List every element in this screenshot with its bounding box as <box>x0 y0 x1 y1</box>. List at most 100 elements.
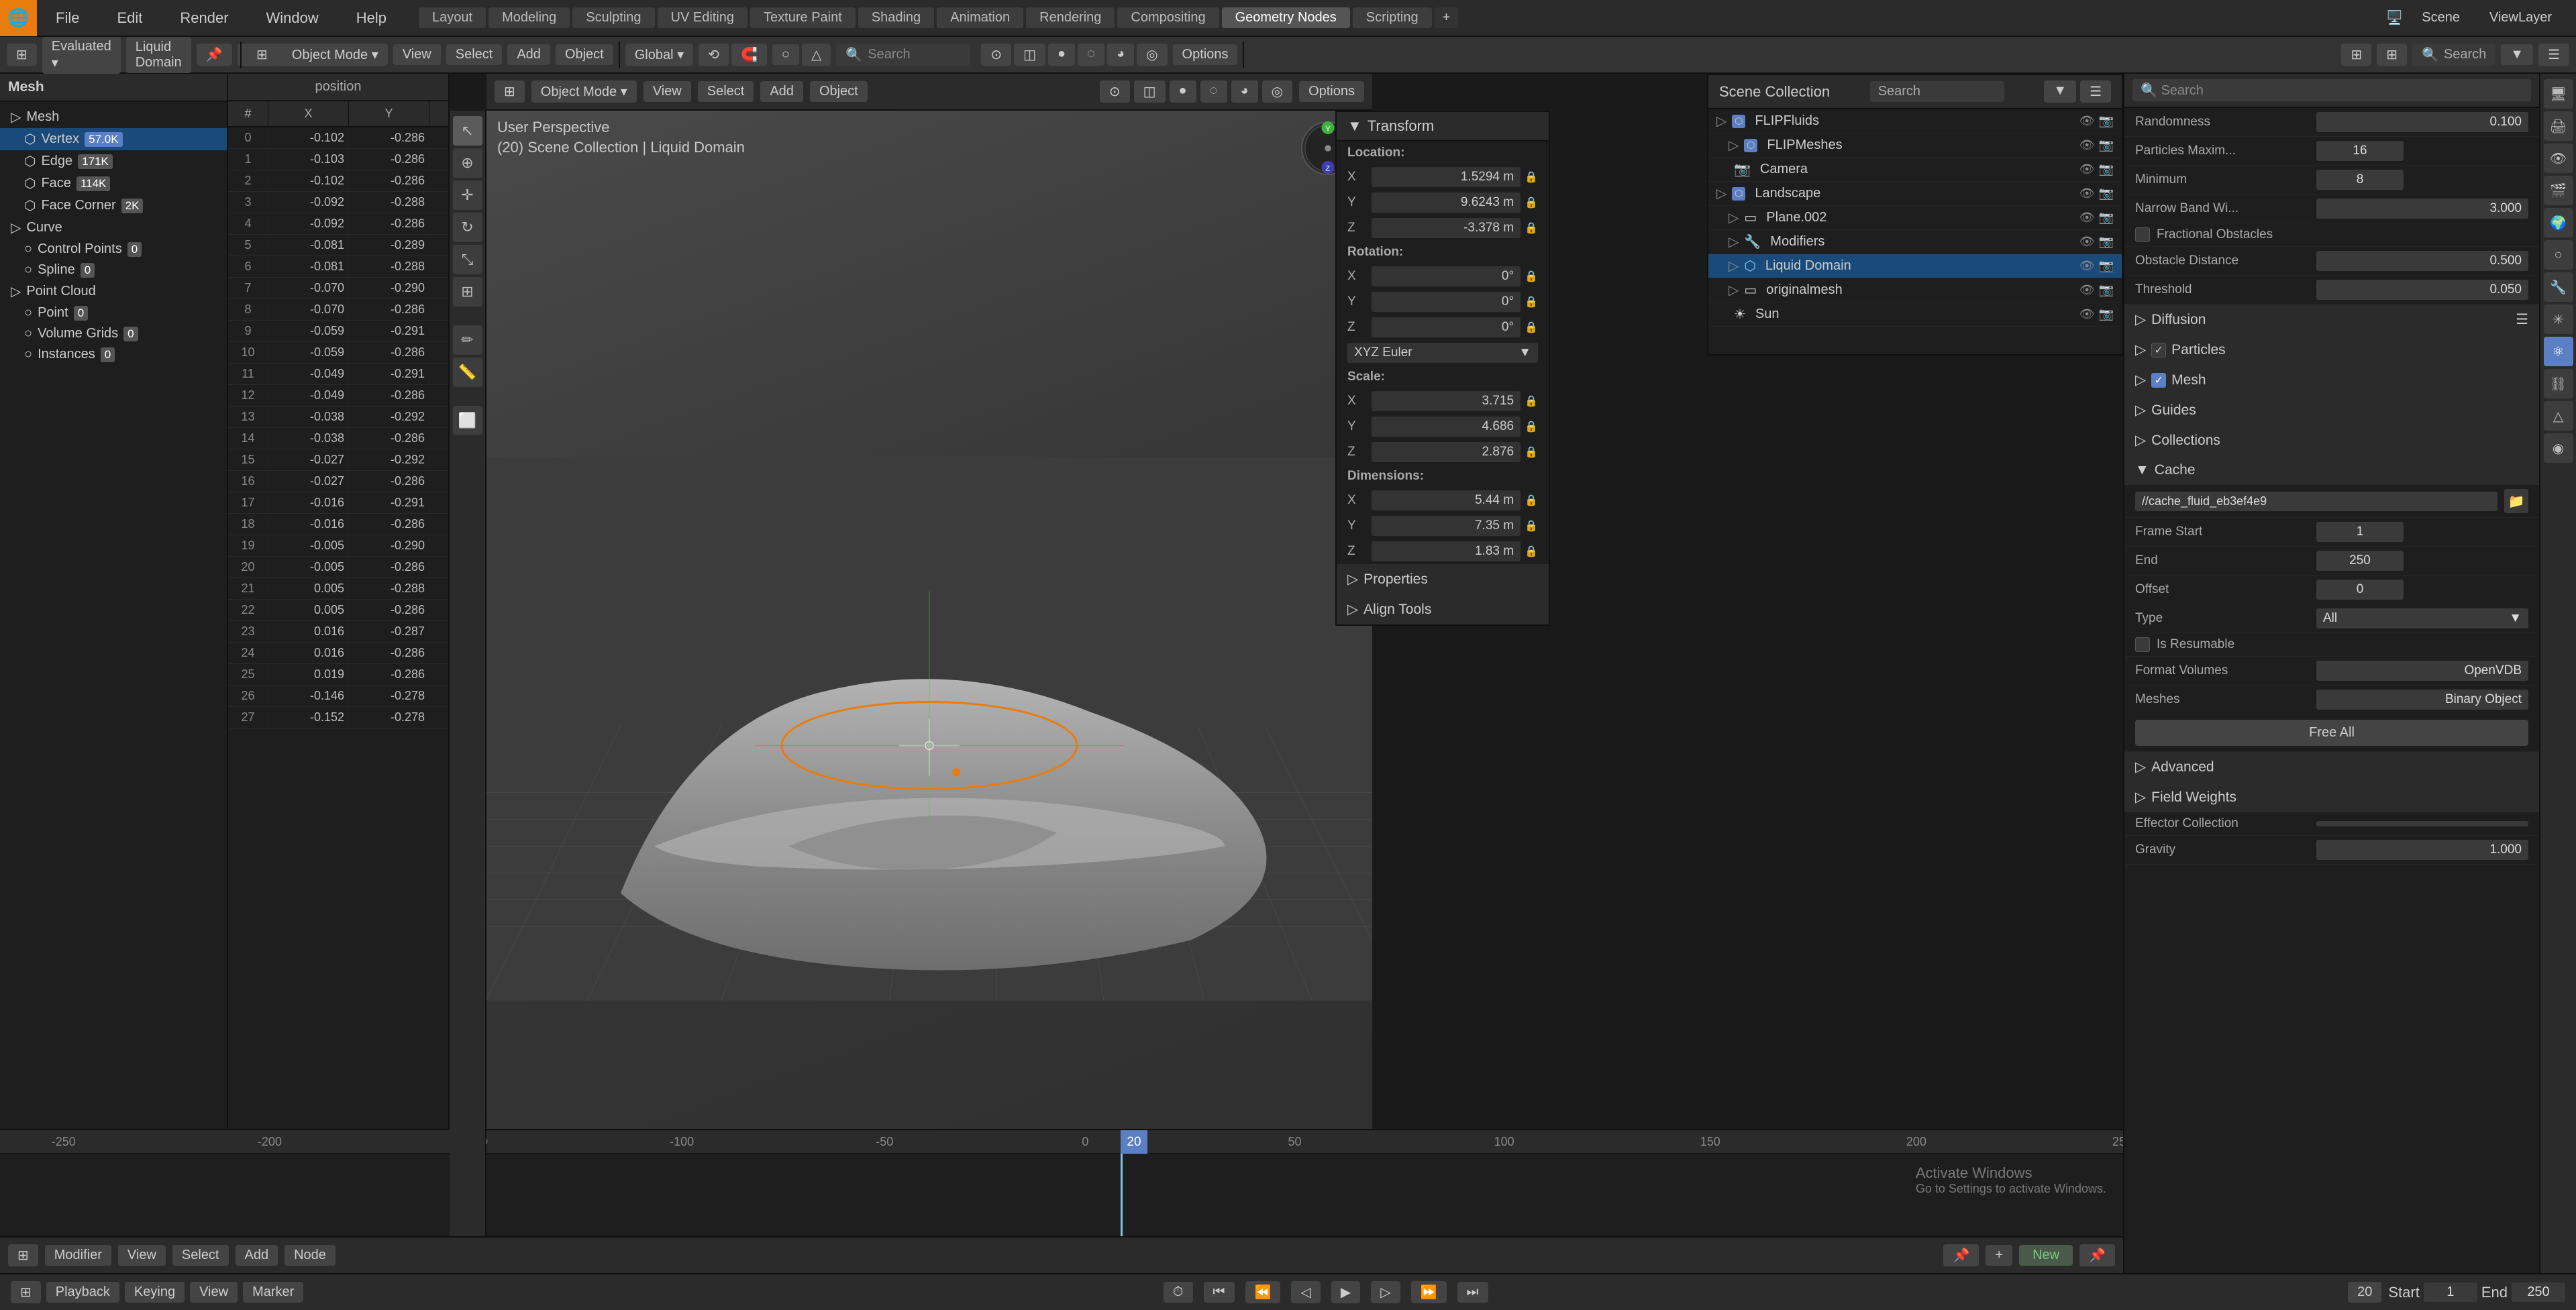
rotation-z-value[interactable]: 0° <box>1372 317 1521 337</box>
props-render-icon[interactable]: 🖥 <box>2544 79 2573 109</box>
render-icon-7[interactable]: 📷 <box>2099 259 2114 273</box>
threshold-value[interactable]: 0.050 <box>2316 280 2528 300</box>
location-z-value[interactable]: -3.378 m <box>1372 218 1521 238</box>
advanced-section[interactable]: ▷ Advanced <box>2124 752 2539 782</box>
scale-tool-btn[interactable]: ⤡ <box>453 245 482 274</box>
dim-y-value[interactable]: 7.35 m <box>1372 516 1521 536</box>
render-icon-5[interactable]: 📷 <box>2099 211 2114 225</box>
tree-item-control-points[interactable]: ○ Control Points 0 <box>0 239 227 260</box>
move-tool-btn[interactable]: ✛ <box>453 180 482 210</box>
go-to-start-btn[interactable]: ⏮ <box>1204 1282 1235 1303</box>
tree-item-spline[interactable]: ○ Spline 0 <box>0 260 227 280</box>
table-row[interactable]: 15 -0.027 -0.292 0.049 <box>228 449 448 471</box>
table-row[interactable]: 22 0.005 -0.286 0.049 <box>228 600 448 621</box>
table-row[interactable]: 8 -0.070 -0.286 0.048 <box>228 299 448 321</box>
rot-lock-y-icon[interactable]: 🔒 <box>1525 295 1538 309</box>
col-z[interactable]: Z <box>429 101 450 126</box>
tree-item-mesh[interactable]: ▷ Mesh <box>0 106 227 128</box>
evaluated-btn[interactable]: Evaluated ▾ <box>42 36 121 74</box>
editor-type-btn[interactable]: ⊞ <box>7 44 37 66</box>
props-material-icon[interactable]: ◉ <box>2544 433 2573 463</box>
randomness-value[interactable]: 0.100 <box>2316 112 2528 132</box>
vp-options[interactable]: Options <box>1299 81 1364 102</box>
table-row[interactable]: 18 -0.016 -0.286 0.048 <box>228 514 448 535</box>
table-row[interactable]: 21 0.005 -0.288 0.049 <box>228 578 448 600</box>
viewport-panel[interactable]: ⊞ Object Mode ▾ View Select Add Object ⊙… <box>486 74 1372 1273</box>
object-btn[interactable]: Object <box>556 44 613 65</box>
eye-icon-4[interactable]: 👁 <box>2079 186 2095 201</box>
rotate-tool-btn[interactable]: ↻ <box>453 213 482 242</box>
type-value[interactable]: All ▼ <box>2316 608 2528 629</box>
node-pin-btn[interactable]: 📌 <box>1943 1244 1979 1266</box>
properties-section[interactable]: ▷ Properties <box>1337 564 1549 594</box>
tab-scripting[interactable]: Scripting <box>1353 7 1432 28</box>
tab-modeling[interactable]: Modeling <box>488 7 570 28</box>
table-row[interactable]: 7 -0.070 -0.290 0.049 <box>228 278 448 299</box>
table-row[interactable]: 17 -0.016 -0.291 0.049 <box>228 492 448 514</box>
node-view-btn[interactable]: View <box>118 1245 166 1266</box>
end-frame-input[interactable]: 250 <box>2512 1282 2565 1302</box>
scale-z-value[interactable]: 2.876 <box>1372 442 1521 462</box>
narrow-band-value[interactable]: 3.000 <box>2316 199 2528 219</box>
rot-lock-z-icon[interactable]: 🔒 <box>1525 321 1538 334</box>
props-data-icon[interactable]: △ <box>2544 401 2573 431</box>
location-y-value[interactable]: 9.6243 m <box>1372 193 1521 213</box>
scale-lock-x-icon[interactable]: 🔒 <box>1525 394 1538 408</box>
props-physics-icon[interactable]: ⚛ <box>2544 337 2573 366</box>
prop-btn-2[interactable]: △ <box>802 44 831 66</box>
vp-solid-icon[interactable]: ● <box>1170 80 1196 103</box>
table-row[interactable]: 23 0.016 -0.287 0.049 <box>228 621 448 643</box>
eye-icon-2[interactable]: 👁 <box>2079 138 2095 152</box>
eye-icon-7[interactable]: 👁 <box>2079 259 2095 273</box>
next-frame-btn[interactable]: ⏩ <box>1411 1281 1447 1303</box>
select-btn[interactable]: Select <box>446 44 503 65</box>
outliner-item-flipmeshes[interactable]: ▷ ⬡ FLIPMeshes 👁 📷 <box>1708 133 2122 158</box>
timeline-editor-type-btn[interactable]: ⊞ <box>11 1281 41 1303</box>
play-btn[interactable]: ▶ <box>1331 1281 1360 1303</box>
tab-compositing[interactable]: Compositing <box>1117 7 1219 28</box>
select-tool-btn[interactable]: ↖ <box>453 116 482 146</box>
current-frame-marker[interactable]: 20 <box>1121 1130 1147 1154</box>
outliner-item-sun[interactable]: ☀ Sun 👁 📷 <box>1708 303 2122 327</box>
vp-wire-icon[interactable]: ◌ <box>1200 80 1227 103</box>
outliner-item-landscape[interactable]: ▷ ⬡ Landscape 👁 📷 <box>1708 182 2122 206</box>
outliner-item-camera[interactable]: 📷 Camera 👁 📷 <box>1708 158 2122 182</box>
format-volumes-value[interactable]: OpenVDB <box>2316 661 2528 681</box>
table-row[interactable]: 26 -0.146 -0.278 0.049 <box>228 686 448 707</box>
prop-btn-1[interactable]: ○ <box>772 44 799 65</box>
props-search-box[interactable]: 🔍 Search <box>2132 79 2531 101</box>
mesh-checkbox[interactable]: ✓ <box>2151 373 2166 388</box>
table-row[interactable]: 0 -0.102 -0.286 0.049 <box>228 127 448 149</box>
menu-window[interactable]: Window <box>248 0 338 36</box>
table-row[interactable]: 25 0.019 -0.286 0.049 <box>228 664 448 686</box>
outliner-item-originalmesh[interactable]: ▷ ▭ originalmesh 👁 📷 <box>1708 278 2122 303</box>
vp-render-icon[interactable]: ◎ <box>1262 80 1292 103</box>
rotation-mode-selector[interactable]: XYZ Euler ▼ <box>1347 343 1538 363</box>
current-frame-display[interactable]: 20 <box>2348 1282 2381 1303</box>
props-view-layer-icon[interactable]: 👁 <box>2544 144 2573 173</box>
tab-texture-paint[interactable]: Texture Paint <box>750 7 856 28</box>
gravity-value[interactable]: 1.000 <box>2316 840 2528 860</box>
cursor-tool-btn[interactable]: ⊕ <box>453 148 482 178</box>
tree-item-face[interactable]: ⬡ Face 114K <box>0 172 227 195</box>
measure-tool-btn[interactable]: 📏 <box>453 358 482 387</box>
dim-lock-y-icon[interactable]: 🔒 <box>1525 519 1538 533</box>
snap-btn[interactable]: 🧲 <box>731 44 767 66</box>
render-icon-3[interactable]: 📷 <box>2099 162 2114 176</box>
offset-value[interactable]: 0 <box>2316 580 2404 600</box>
table-row[interactable]: 2 -0.102 -0.286 0.049 <box>228 170 448 192</box>
node-select-btn[interactable]: Select <box>172 1245 229 1266</box>
vp-view[interactable]: View <box>643 81 691 102</box>
wire-btn[interactable]: ◌ <box>1078 44 1104 66</box>
particles-section[interactable]: ▷ ✓ Particles <box>2124 335 2539 365</box>
transform-btn[interactable]: ⟲ <box>699 44 729 66</box>
scale-lock-y-icon[interactable]: 🔒 <box>1525 420 1538 433</box>
table-row[interactable]: 1 -0.103 -0.286 0.049 <box>228 149 448 170</box>
table-row[interactable]: 12 -0.049 -0.286 0.048 <box>228 385 448 406</box>
viewport-canvas[interactable]: User Perspective (20) Scene Collection |… <box>486 111 1372 1273</box>
cache-path-value[interactable]: //cache_fluid_eb3ef4e9 <box>2135 492 2497 511</box>
props-scene-icon[interactable]: 🎬 <box>2544 176 2573 205</box>
tab-animation[interactable]: Animation <box>937 7 1023 28</box>
props-object-icon[interactable]: ○ <box>2544 240 2573 270</box>
vp-object-mode[interactable]: Object Mode ▾ <box>531 80 637 103</box>
